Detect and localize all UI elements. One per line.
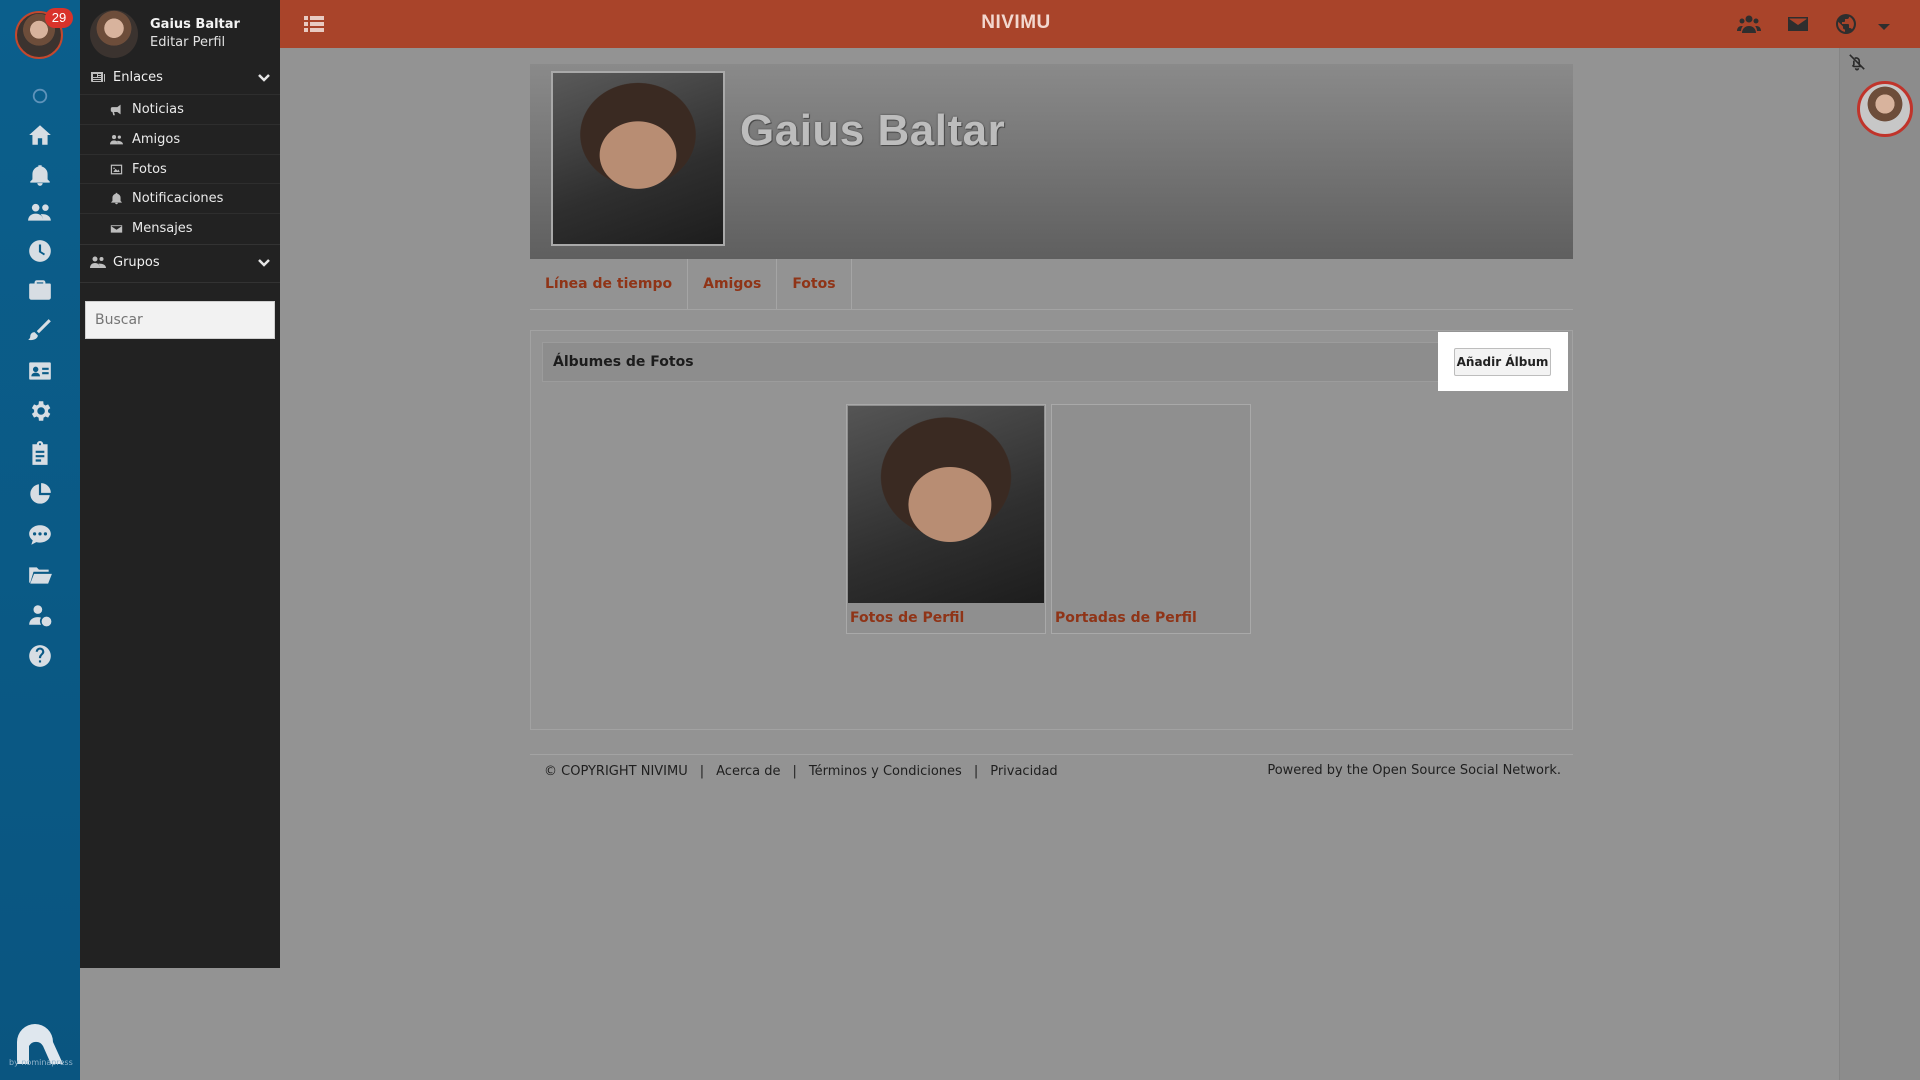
- home-icon[interactable]: [24, 119, 56, 151]
- footer-separator: |: [699, 764, 705, 779]
- profile-tabs: Línea de tiempo Amigos Fotos: [530, 259, 1573, 310]
- footer-about-link[interactable]: Acerca de: [716, 764, 780, 779]
- bell-slash-icon[interactable]: [1848, 53, 1866, 71]
- sidebar-item-label: Amigos: [132, 131, 181, 147]
- newspaper-icon: [90, 69, 106, 85]
- bell-icon: [110, 192, 123, 205]
- sidebar-item-notificaciones[interactable]: Notificaciones: [80, 183, 280, 212]
- albums-panel: Álbumes de Fotos Añadir Álbum Fotos de P…: [530, 330, 1573, 730]
- sidebar-item-mensajes[interactable]: Mensajes: [80, 213, 280, 242]
- albums-panel-header: Álbumes de Fotos: [542, 342, 1561, 382]
- sidebar-user-name[interactable]: Gaius Baltar: [150, 16, 240, 34]
- right-rail: [1839, 48, 1920, 1080]
- footer-terms-link[interactable]: Términos y Condiciones: [809, 764, 962, 779]
- tab-amigos[interactable]: Amigos: [688, 259, 778, 309]
- brush-icon[interactable]: [24, 314, 56, 346]
- chat-icon[interactable]: [24, 519, 56, 551]
- chevron-down-icon[interactable]: [256, 69, 272, 85]
- sidebar-avatar[interactable]: [90, 10, 138, 58]
- sidebar-item-amigos[interactable]: Amigos: [80, 124, 280, 153]
- contact-card-icon[interactable]: [24, 355, 56, 387]
- pie-chart-icon[interactable]: [24, 478, 56, 510]
- profile-cover: Gaius Baltar: [530, 64, 1573, 259]
- chevron-down-icon[interactable]: [256, 254, 272, 270]
- sidebar-section-enlaces[interactable]: Enlaces: [80, 61, 280, 93]
- users-icon[interactable]: [24, 196, 56, 228]
- edit-profile-link[interactable]: Editar Perfil: [150, 34, 240, 52]
- profile-name: Gaius Baltar: [740, 106, 1006, 155]
- sidebar-section-grupos[interactable]: Grupos: [80, 246, 280, 278]
- album-card[interactable]: Fotos de Perfil: [846, 404, 1046, 634]
- sidebar-item-label: Mensajes: [132, 220, 193, 236]
- album-label[interactable]: Portadas de Perfil: [1055, 610, 1197, 626]
- sidebar-profile[interactable]: Gaius Baltar Editar Perfil: [90, 10, 240, 58]
- users-icon: [110, 133, 123, 146]
- help-icon[interactable]: [24, 640, 56, 672]
- footer-separator: |: [792, 764, 797, 779]
- sidebar-item-label: Notificaciones: [132, 190, 224, 206]
- sidebar-section-label: Grupos: [113, 254, 160, 270]
- add-album-highlight: Añadir Álbum: [1438, 332, 1568, 391]
- sidebar: Gaius Baltar Editar Perfil Enlaces Notic…: [80, 0, 280, 968]
- tab-fotos[interactable]: Fotos: [777, 259, 852, 309]
- globe-icon[interactable]: [1834, 12, 1858, 36]
- footer-separator: |: [973, 764, 979, 779]
- album-card[interactable]: Portadas de Perfil: [1051, 404, 1251, 634]
- envelope-icon: [110, 222, 123, 235]
- circle-icon[interactable]: [24, 80, 56, 112]
- sidebar-item-fotos[interactable]: Fotos: [80, 154, 280, 183]
- sidebar-item-label: Fotos: [132, 161, 167, 177]
- profile-photo[interactable]: [551, 71, 725, 246]
- album-cover-photo[interactable]: [848, 406, 1044, 603]
- briefcase-icon[interactable]: [24, 274, 56, 306]
- footer: © COPYRIGHT NIVIMU | Acerca de | Término…: [530, 754, 1573, 779]
- envelope-icon[interactable]: [1786, 12, 1810, 36]
- notification-badge: 29: [45, 8, 73, 28]
- image-icon: [110, 163, 123, 176]
- add-album-button[interactable]: Añadir Álbum: [1454, 348, 1551, 376]
- footer-copyright: © COPYRIGHT NIVIMU: [544, 764, 688, 779]
- sidebar-item-noticias[interactable]: Noticias: [80, 94, 280, 123]
- sidebar-divider: [80, 244, 280, 245]
- clipboard-icon[interactable]: [24, 438, 56, 470]
- site-title[interactable]: NIVIMU: [280, 12, 1752, 34]
- folder-icon[interactable]: [24, 559, 56, 591]
- clock-icon[interactable]: [24, 235, 56, 267]
- sidebar-section-label: Enlaces: [113, 69, 163, 85]
- online-friend-avatar[interactable]: [1857, 81, 1913, 137]
- users-icon: [90, 254, 106, 270]
- icon-rail: 29 by nominapress: [0, 0, 80, 1080]
- tab-linea-de-tiempo[interactable]: Línea de tiempo: [530, 259, 689, 309]
- footer-powered-by: Powered by the Open Source Social Networ…: [1267, 763, 1561, 778]
- gear-icon[interactable]: [24, 395, 56, 427]
- user-dollar-icon[interactable]: [24, 599, 56, 631]
- sidebar-item-label: Noticias: [132, 101, 184, 117]
- bell-icon[interactable]: [24, 159, 56, 191]
- footer-privacy-link[interactable]: Privacidad: [990, 764, 1057, 779]
- users-icon[interactable]: [1737, 12, 1761, 36]
- search-input[interactable]: [85, 301, 275, 339]
- megaphone-icon: [110, 103, 123, 116]
- albums-title: Álbumes de Fotos: [553, 354, 694, 370]
- sidebar-divider: [80, 282, 280, 283]
- top-bar: NIVIMU: [280, 0, 1920, 48]
- album-label[interactable]: Fotos de Perfil: [850, 610, 964, 626]
- caret-down-icon[interactable]: [1872, 14, 1896, 38]
- brand-logo-text: by nominapress: [9, 1058, 73, 1067]
